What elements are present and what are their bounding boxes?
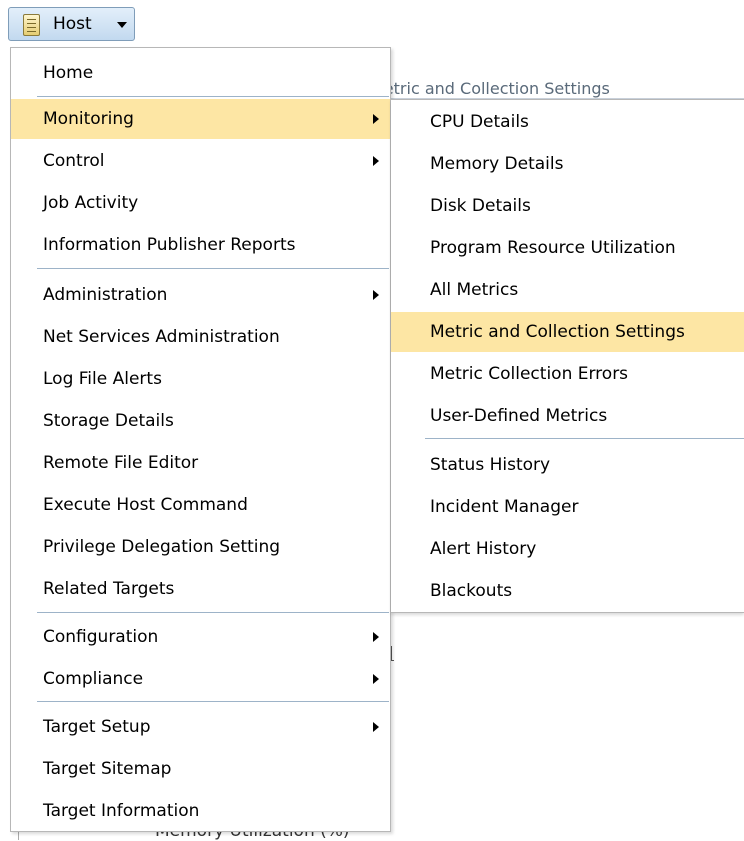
menu-item-label: Home: [43, 63, 94, 83]
submenu-item-blackouts[interactable]: Blackouts: [391, 571, 744, 611]
host-dropdown-menu: Home Monitoring Control Job Activity Inf…: [10, 47, 391, 832]
menu-item-label: Target Sitemap: [43, 759, 172, 779]
menu-item-storage-details[interactable]: Storage Details: [11, 401, 390, 441]
menu-separator: [37, 612, 389, 613]
submenu-item-user-defined-metrics[interactable]: User-Defined Metrics: [391, 396, 744, 436]
menu-item-monitoring[interactable]: Monitoring: [11, 99, 390, 139]
menu-item-administration[interactable]: Administration: [11, 275, 390, 315]
host-menu-button[interactable]: Host: [8, 7, 135, 41]
menu-item-label: Monitoring: [43, 109, 134, 129]
menu-item-label: Storage Details: [43, 411, 174, 431]
menu-item-label: Information Publisher Reports: [43, 235, 296, 255]
menu-item-label: Privilege Delegation Setting: [43, 537, 281, 557]
menu-item-target-setup[interactable]: Target Setup: [11, 707, 390, 747]
menu-item-information-publisher-reports[interactable]: Information Publisher Reports: [11, 225, 390, 265]
menu-item-execute-host-command[interactable]: Execute Host Command: [11, 485, 390, 525]
submenu-item-label: Status History: [430, 455, 551, 475]
submenu-item-alert-history[interactable]: Alert History: [391, 529, 744, 569]
menu-item-label: Remote File Editor: [43, 453, 199, 473]
submenu-item-label: Memory Details: [430, 154, 564, 174]
submenu-item-disk-details[interactable]: Disk Details: [391, 186, 744, 226]
menu-item-label: Administration: [43, 285, 168, 305]
submenu-item-label: User-Defined Metrics: [430, 406, 608, 426]
submenu-item-label: All Metrics: [430, 280, 519, 300]
chevron-right-icon: [373, 290, 379, 300]
submenu-separator: [425, 438, 744, 439]
submenu-item-metric-and-collection-settings[interactable]: Metric and Collection Settings: [391, 312, 744, 352]
menu-item-home[interactable]: Home: [11, 53, 390, 93]
submenu-item-program-resource-utilization[interactable]: Program Resource Utilization: [391, 228, 744, 268]
menu-item-label: Control: [43, 151, 105, 171]
menu-item-label: Target Setup: [43, 717, 151, 737]
menu-item-target-sitemap[interactable]: Target Sitemap: [11, 749, 390, 789]
host-menu-label: Host: [53, 14, 92, 34]
menu-item-label: Net Services Administration: [43, 327, 280, 347]
menu-item-label: Job Activity: [43, 193, 139, 213]
submenu-item-label: Blackouts: [430, 581, 513, 601]
submenu-item-label: Disk Details: [430, 196, 531, 216]
background-section-heading: Metric and Collection Settings: [370, 79, 610, 98]
menu-item-label: Log File Alerts: [43, 369, 162, 389]
submenu-item-label: Metric Collection Errors: [430, 364, 629, 384]
menu-item-configuration[interactable]: Configuration: [11, 617, 390, 657]
submenu-item-metric-collection-errors[interactable]: Metric Collection Errors: [391, 354, 744, 394]
submenu-item-label: Metric and Collection Settings: [430, 322, 685, 342]
chevron-right-icon: [373, 632, 379, 642]
menu-item-compliance[interactable]: Compliance: [11, 659, 390, 699]
submenu-item-status-history[interactable]: Status History: [391, 445, 744, 485]
menu-item-label: Related Targets: [43, 579, 175, 599]
submenu-item-cpu-details[interactable]: CPU Details: [391, 102, 744, 142]
chevron-right-icon: [373, 156, 379, 166]
submenu-item-memory-details[interactable]: Memory Details: [391, 144, 744, 184]
background-tick-vertical: [391, 646, 392, 660]
menu-separator: [37, 701, 389, 702]
menu-item-log-file-alerts[interactable]: Log File Alerts: [11, 359, 390, 399]
menu-item-related-targets[interactable]: Related Targets: [11, 569, 390, 609]
menu-item-control[interactable]: Control: [11, 141, 390, 181]
menu-item-label: Execute Host Command: [43, 495, 248, 515]
menu-item-remote-file-editor[interactable]: Remote File Editor: [11, 443, 390, 483]
host-server-icon: [23, 14, 40, 36]
submenu-item-label: CPU Details: [430, 112, 529, 132]
menu-item-net-services-administration[interactable]: Net Services Administration: [11, 317, 390, 357]
menu-separator: [37, 268, 389, 269]
monitoring-submenu: CPU Details Memory Details Disk Details …: [391, 99, 744, 613]
chevron-right-icon: [373, 722, 379, 732]
menu-item-label: Target Information: [43, 801, 200, 821]
submenu-item-all-metrics[interactable]: All Metrics: [391, 270, 744, 310]
menu-item-label: Configuration: [43, 627, 159, 647]
menu-item-target-information[interactable]: Target Information: [11, 791, 390, 831]
chevron-right-icon: [373, 114, 379, 124]
menu-separator: [37, 96, 389, 97]
menu-item-job-activity[interactable]: Job Activity: [11, 183, 390, 223]
menu-item-privilege-delegation-setting[interactable]: Privilege Delegation Setting: [11, 527, 390, 567]
submenu-item-label: Program Resource Utilization: [430, 238, 676, 258]
caret-down-icon: [117, 22, 127, 28]
submenu-item-incident-manager[interactable]: Incident Manager: [391, 487, 744, 527]
submenu-item-label: Incident Manager: [430, 497, 579, 517]
chevron-right-icon: [373, 674, 379, 684]
menu-item-label: Compliance: [43, 669, 144, 689]
submenu-item-label: Alert History: [430, 539, 537, 559]
